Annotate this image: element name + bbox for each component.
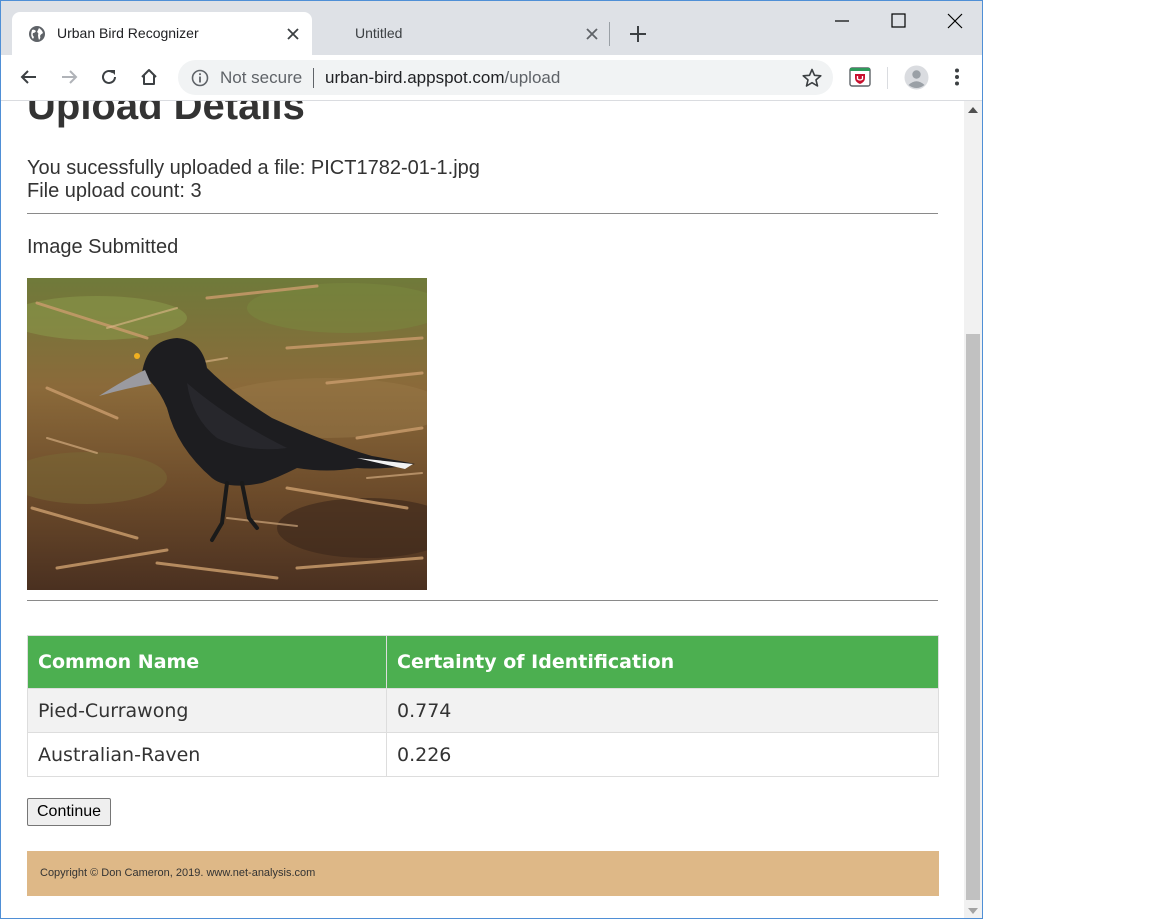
- copyright-text: Copyright © Don Cameron, 2019. www.net-a…: [40, 867, 316, 879]
- toolbar-separator: [887, 67, 888, 89]
- tab-separator: [609, 22, 610, 46]
- info-icon[interactable]: [190, 68, 210, 88]
- divider: [27, 213, 938, 214]
- tab-strip: Urban Bird Recognizer Untitled: [1, 1, 982, 55]
- url-path: /upload: [504, 68, 561, 87]
- submitted-bird-photo: [27, 278, 427, 590]
- certainty-cell: 0.774: [386, 688, 939, 733]
- browser-window: Urban Bird Recognizer Untitled Not secur…: [0, 0, 983, 919]
- upload-message: You sucessfully uploaded a file: PICT178…: [27, 157, 480, 179]
- bookmark-star-icon[interactable]: [801, 67, 823, 89]
- column-header: Certainty of Identification: [386, 635, 939, 689]
- tab-title: Untitled: [355, 25, 403, 41]
- scroll-up-arrow-icon[interactable]: [968, 107, 978, 113]
- maximize-icon[interactable]: [886, 9, 910, 33]
- scroll-down-arrow-icon[interactable]: [968, 908, 978, 914]
- close-tab-icon[interactable]: [284, 25, 302, 43]
- common-name-cell: Australian-Raven: [27, 732, 387, 777]
- minimize-icon[interactable]: [830, 9, 854, 33]
- divider: [27, 600, 938, 601]
- image-submitted-label: Image Submitted: [27, 236, 179, 258]
- page-viewport: Upload Details You sucessfully uploaded …: [1, 101, 964, 918]
- tab-title: Urban Bird Recognizer: [57, 25, 199, 41]
- common-name-cell: Pied-Currawong: [27, 688, 387, 733]
- close-tab-icon[interactable]: [583, 25, 601, 43]
- profile-avatar-icon[interactable]: [904, 65, 929, 90]
- upload-count: File upload count: 3: [27, 180, 202, 202]
- table-header-row: Common Name Certainty of Identification: [27, 635, 939, 689]
- certainty-cell: 0.226: [386, 732, 939, 777]
- url-host: urban-bird.appspot.com: [325, 68, 505, 87]
- menu-dots-icon[interactable]: [946, 66, 968, 88]
- browser-toolbar: Not secure urban-bird.appspot.com/upload: [1, 55, 982, 101]
- extension-shield-icon[interactable]: [849, 66, 871, 88]
- close-window-icon[interactable]: [943, 9, 967, 33]
- upload-status: You sucessfully uploaded a file: PICT178…: [27, 157, 480, 203]
- table-row: Australian-Raven 0.226: [27, 732, 939, 777]
- table-row: Pied-Currawong 0.774: [27, 688, 939, 733]
- address-bar[interactable]: Not secure urban-bird.appspot.com/upload: [178, 60, 833, 95]
- reload-icon[interactable]: [98, 66, 120, 88]
- forward-arrow-icon[interactable]: [58, 66, 80, 88]
- home-icon[interactable]: [138, 66, 160, 88]
- back-arrow-icon[interactable]: [18, 66, 40, 88]
- scrollbar-thumb[interactable]: [966, 334, 980, 900]
- page-footer: Copyright © Don Cameron, 2019. www.net-a…: [27, 851, 939, 896]
- url-text: urban-bird.appspot.com/upload: [325, 68, 560, 88]
- globe-icon: [29, 26, 45, 42]
- column-header: Common Name: [27, 635, 387, 689]
- results-table: Common Name Certainty of Identification …: [27, 635, 939, 777]
- tab-untitled[interactable]: Untitled: [321, 12, 611, 55]
- new-tab-icon[interactable]: [625, 21, 651, 47]
- continue-button[interactable]: Continue: [27, 798, 112, 826]
- vertical-scrollbar[interactable]: [964, 101, 982, 918]
- page-title: Upload Details: [27, 101, 305, 128]
- tab-urban-bird[interactable]: Urban Bird Recognizer: [12, 12, 312, 55]
- security-label: Not secure: [220, 68, 303, 87]
- omnibox-separator: [313, 68, 314, 88]
